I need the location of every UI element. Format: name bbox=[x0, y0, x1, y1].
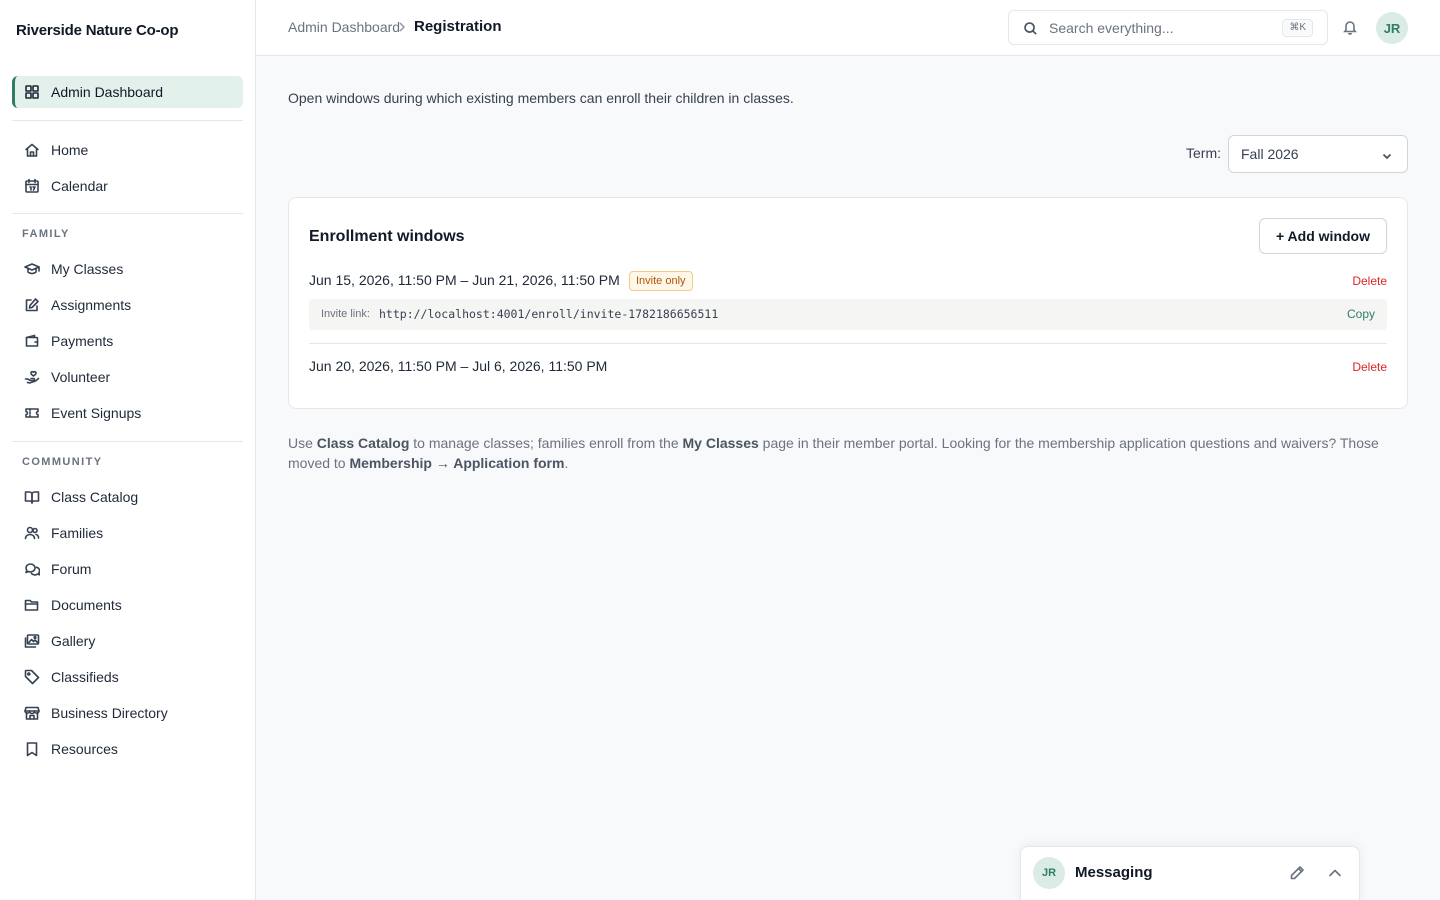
delete-window-button[interactable]: Delete bbox=[1352, 360, 1387, 374]
ticket-icon bbox=[24, 405, 40, 421]
term-label: Term: bbox=[1186, 145, 1221, 161]
window-range: Jun 20, 2026, 11:50 PM – Jul 6, 2026, 11… bbox=[309, 358, 608, 374]
sidebar-item-resources[interactable]: Resources bbox=[12, 733, 243, 765]
search-shortcut: ⌘K bbox=[1282, 19, 1313, 37]
chevron-up-icon[interactable] bbox=[1327, 865, 1343, 881]
invite-link-label: Invite link: bbox=[321, 308, 370, 320]
sidebar-item-label: Class Catalog bbox=[51, 489, 139, 505]
messaging-avatar: JR bbox=[1033, 857, 1065, 889]
page-description: Open windows during which existing membe… bbox=[288, 90, 794, 106]
sidebar-item-admin-dashboard[interactable]: Admin Dashboard bbox=[12, 76, 243, 108]
graduation-cap-icon bbox=[24, 261, 40, 277]
sidebar-item-event-signups[interactable]: Event Signups bbox=[12, 397, 243, 429]
store-icon bbox=[24, 705, 40, 721]
chevron-right-icon bbox=[396, 20, 408, 34]
compose-icon[interactable] bbox=[1289, 865, 1305, 881]
user-avatar[interactable]: JR bbox=[1376, 12, 1408, 44]
invite-link-url: http://localhost:4001/enroll/invite-1782… bbox=[379, 307, 719, 321]
term-select[interactable]: Fall 2026 bbox=[1228, 135, 1408, 173]
sidebar-item-label: Payments bbox=[51, 333, 114, 349]
copy-link-button[interactable]: Copy bbox=[1347, 307, 1375, 321]
delete-window-button[interactable]: Delete bbox=[1352, 274, 1387, 288]
my-classes-link: My Classes bbox=[682, 435, 759, 451]
card-title: Enrollment windows bbox=[309, 228, 465, 245]
sidebar-item-label: Gallery bbox=[51, 633, 96, 649]
sidebar-item-business-directory[interactable]: Business Directory bbox=[12, 697, 243, 729]
sidebar-divider bbox=[12, 213, 243, 214]
add-window-button[interactable]: + Add window bbox=[1259, 218, 1387, 254]
class-catalog-link: Class Catalog bbox=[316, 435, 410, 451]
footnote-text: Use bbox=[288, 435, 317, 451]
wallet-icon bbox=[24, 333, 40, 349]
search-box[interactable]: ⌘K bbox=[1008, 10, 1328, 45]
footnote: Use Class Catalog to manage classes; fam… bbox=[288, 433, 1408, 473]
chat-icon bbox=[24, 561, 40, 577]
bell-icon[interactable] bbox=[1342, 19, 1360, 37]
application-form-link: Membership → Application form bbox=[349, 455, 565, 471]
messaging-panel[interactable]: JR Messaging bbox=[1020, 846, 1360, 900]
folder-icon bbox=[24, 597, 40, 613]
top-bar: Admin Dashboard Registration ⌘K JR bbox=[256, 0, 1440, 56]
calendar-icon bbox=[24, 178, 40, 194]
page-title: Registration bbox=[414, 18, 502, 35]
sidebar-item-gallery[interactable]: Gallery bbox=[12, 625, 243, 657]
sidebar-item-label: Home bbox=[51, 142, 89, 158]
sidebar-item-label: Volunteer bbox=[51, 369, 111, 385]
sidebar-item-forum[interactable]: Forum bbox=[12, 553, 243, 585]
sidebar-item-label: Documents bbox=[51, 597, 122, 613]
chevron-down-icon bbox=[1381, 149, 1393, 161]
sidebar-item-label: Event Signups bbox=[51, 405, 142, 421]
sidebar-item-label: My Classes bbox=[51, 261, 124, 277]
hand-heart-icon bbox=[24, 369, 40, 385]
section-label-community: COMMUNITY bbox=[22, 456, 103, 468]
sidebar-item-label: Forum bbox=[51, 561, 92, 577]
sidebar-item-my-classes[interactable]: My Classes bbox=[12, 253, 243, 285]
search-icon bbox=[1023, 21, 1038, 36]
grid-icon bbox=[24, 84, 40, 100]
invite-only-badge: Invite only bbox=[629, 271, 693, 291]
sidebar-divider bbox=[12, 120, 243, 121]
images-icon bbox=[24, 633, 40, 649]
sidebar: Riverside Nature Co-op Admin Dashboard H… bbox=[0, 0, 256, 900]
footnote-text: . bbox=[564, 455, 569, 471]
sidebar-item-home[interactable]: Home bbox=[12, 134, 243, 166]
sidebar-item-label: Classifieds bbox=[51, 669, 119, 685]
sidebar-item-label: Assignments bbox=[51, 297, 132, 313]
messaging-title: Messaging bbox=[1075, 864, 1153, 881]
breadcrumb-parent[interactable]: Admin Dashboard bbox=[288, 19, 400, 35]
users-icon bbox=[24, 525, 40, 541]
sidebar-item-volunteer[interactable]: Volunteer bbox=[12, 361, 243, 393]
sidebar-item-documents[interactable]: Documents bbox=[12, 589, 243, 621]
tag-icon bbox=[24, 669, 40, 685]
term-select-value: Fall 2026 bbox=[1241, 146, 1299, 162]
footnote-text: to manage classes; families enroll from … bbox=[409, 435, 683, 451]
edit-icon bbox=[24, 297, 40, 313]
search-input[interactable] bbox=[1049, 17, 1279, 39]
window-range: Jun 15, 2026, 11:50 PM – Jun 21, 2026, 1… bbox=[309, 272, 620, 288]
sidebar-item-class-catalog[interactable]: Class Catalog bbox=[12, 481, 243, 513]
sidebar-item-label: Admin Dashboard bbox=[51, 84, 164, 100]
book-open-icon bbox=[24, 489, 40, 505]
sidebar-item-label: Calendar bbox=[51, 178, 108, 194]
home-icon bbox=[24, 142, 40, 158]
invite-link-row: Invite link: http://localhost:4001/enrol… bbox=[309, 299, 1387, 330]
section-label-family: FAMILY bbox=[22, 228, 70, 240]
sidebar-item-label: Business Directory bbox=[51, 705, 168, 721]
sidebar-item-calendar[interactable]: Calendar bbox=[12, 170, 243, 202]
sidebar-item-families[interactable]: Families bbox=[12, 517, 243, 549]
sidebar-item-assignments[interactable]: Assignments bbox=[12, 289, 243, 321]
enrollment-windows-card: Enrollment windows + Add window Jun 15, … bbox=[288, 197, 1408, 409]
sidebar-item-label: Resources bbox=[51, 741, 118, 757]
bookmark-icon bbox=[24, 741, 40, 757]
sidebar-item-classifieds[interactable]: Classifieds bbox=[12, 661, 243, 693]
brand-name: Riverside Nature Co-op bbox=[16, 22, 179, 39]
sidebar-divider bbox=[12, 441, 243, 442]
sidebar-item-label: Families bbox=[51, 525, 104, 541]
sidebar-item-payments[interactable]: Payments bbox=[12, 325, 243, 357]
row-divider bbox=[309, 343, 1387, 344]
